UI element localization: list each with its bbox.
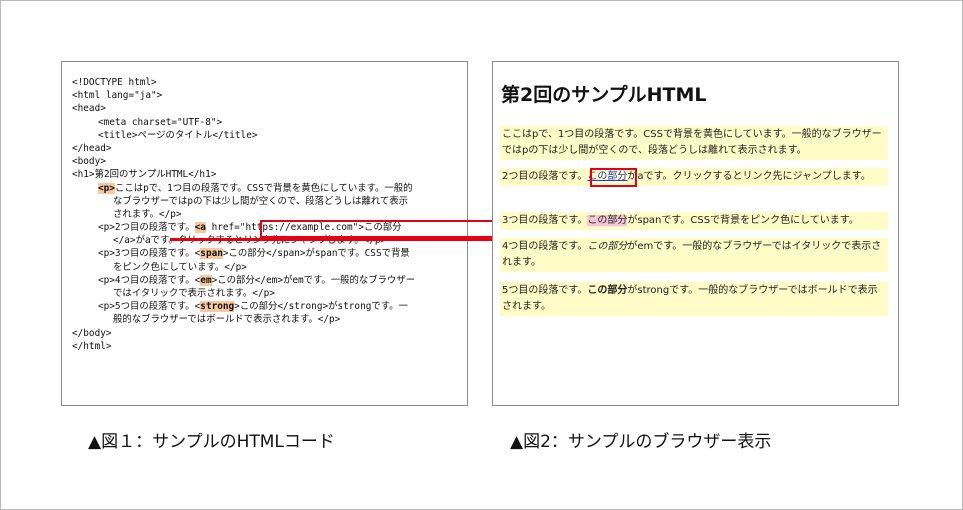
italic-em-text: この部分 bbox=[587, 241, 628, 252]
code-line: ではイタリックで表示されます。</p> bbox=[113, 288, 275, 299]
paragraph-text: 5つ目の段落です。 bbox=[502, 285, 588, 296]
code-line: 般的なブラウザーではボールドで表示されます。</p> bbox=[113, 314, 341, 326]
link-red-highlight-box bbox=[590, 168, 637, 187]
code-line: <p>ここはpで、1つ目の段落です。CSSで背景を黄色にしています。一般的 bbox=[72, 182, 457, 195]
code-line: <body> bbox=[72, 156, 106, 168]
figure2-caption: ▲図2：サンプルのブラウザー表示 bbox=[510, 432, 772, 452]
code-line: </head> bbox=[72, 142, 112, 154]
anchor-tag-red-highlight-box bbox=[260, 220, 497, 238]
paragraph-1: ここはpで、1つ目の段落です。CSSで背景を黄色にしています。一般的なブラウザー… bbox=[500, 126, 888, 160]
code-line: <p>5つ目の段落です。<strong>この部分</strong>がstrong… bbox=[72, 300, 457, 313]
paragraph-text: がaです。クリックするとリンク先にジャンプします。 bbox=[627, 171, 871, 182]
pink-span-text: この部分 bbox=[587, 215, 628, 226]
paragraph-3: 3つ目の段落です。この部分がspanです。CSSで背景をピンク色にしています。 bbox=[500, 212, 888, 230]
code-line: をピンク色にしています。</p> bbox=[113, 261, 247, 273]
paragraph-2: 2つ目の段落です。この部分がaです。クリックするとリンク先にジャンプします。 bbox=[500, 168, 888, 186]
anchor-tag-red-underline bbox=[170, 238, 503, 241]
code-line: </body> bbox=[72, 327, 112, 339]
code-text: >この部分</strong>がstrongです。一 bbox=[234, 301, 408, 313]
paragraph-text: 2つ目の段落です。 bbox=[502, 171, 588, 182]
code-tag-highlight: span bbox=[200, 248, 223, 260]
code-tag-highlight: <p> bbox=[98, 182, 115, 194]
bold-strong-text: この部分 bbox=[587, 285, 628, 296]
code-tag-highlight: em bbox=[200, 274, 212, 286]
code-text: <p>4つ目の段落です。< bbox=[98, 274, 201, 286]
code-line: <meta charset="UTF-8"> bbox=[98, 116, 223, 128]
paragraph-5: 5つ目の段落です。この部分がstrongです。一般的なブラウザーではボールドで表… bbox=[500, 282, 888, 316]
code-text: <p>5つ目の段落です。< bbox=[98, 301, 201, 313]
code-line: <!DOCTYPE html> bbox=[72, 77, 157, 88]
code-line: </html> bbox=[72, 340, 112, 352]
paragraph-text: 4つ目の段落です。 bbox=[502, 241, 588, 252]
code-line: <head> bbox=[72, 103, 106, 115]
code-line: <html lang="ja"> bbox=[72, 90, 163, 102]
browser-preview-panel: 第2回のサンプルHTML ここはpで、1つ目の段落です。CSSで背景を黄色にして… bbox=[492, 61, 899, 406]
code-line: <title>ページのタイトル</title> bbox=[98, 129, 258, 141]
code-tag-highlight: strong bbox=[200, 301, 235, 313]
code-text: >この部分</span>がspanです。CSSで背景 bbox=[222, 248, 410, 260]
code-tag-highlight: <a bbox=[194, 222, 206, 234]
code-line: <p>3つ目の段落です。<span>この部分</span>がspanです。CSS… bbox=[72, 247, 457, 260]
code-line: <p>4つ目の段落です。<em>この部分</em>がemです。一般的なブラウザー bbox=[72, 274, 457, 287]
code-text: <p>2つ目の段落です。 bbox=[98, 222, 195, 234]
code-line: <h1>第2回のサンプルHTML</h1> bbox=[72, 169, 217, 181]
figure1-caption: ▲図１：サンプルのHTMLコード bbox=[88, 432, 335, 452]
paragraph-text: 3つ目の段落です。 bbox=[502, 215, 588, 226]
paragraph-4: 4つ目の段落です。この部分がemです。一般的なブラウザーではイタリックで表示され… bbox=[500, 238, 888, 272]
code-panel: <!DOCTYPE html> <html lang="ja"> <head> … bbox=[61, 61, 503, 406]
paragraph-text: がspanです。CSSで背景をピンク色にしています。 bbox=[627, 215, 859, 226]
code-text: <p>3つ目の段落です。< bbox=[98, 248, 201, 260]
code-text: >この部分</em>がemです。一般的なブラウザー bbox=[211, 274, 416, 286]
code-line: なブラウザーではpの下は少し間が空くので、段落どうしは離れて表示 bbox=[113, 195, 409, 207]
code-text: ここはpで、1つ目の段落です。CSSで背景を黄色にしています。一般的 bbox=[114, 182, 413, 194]
html-source-code: <!DOCTYPE html> <html lang="ja"> <head> … bbox=[72, 76, 457, 353]
page-heading: 第2回のサンプルHTML bbox=[501, 84, 707, 106]
